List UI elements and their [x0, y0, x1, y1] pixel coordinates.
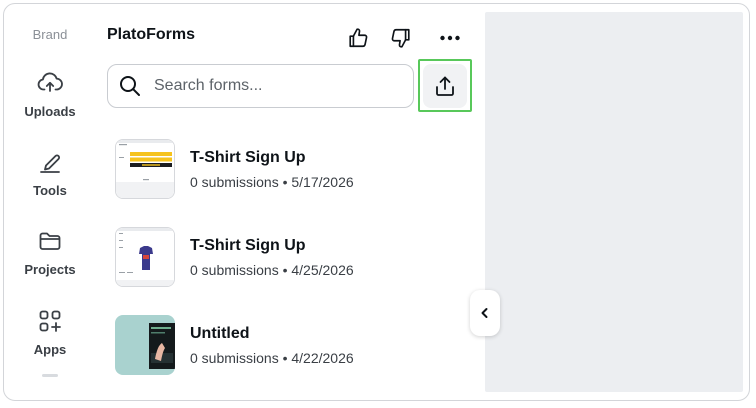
app-window: Brand Uploads Tools Projects Apps PlatoF…: [3, 3, 750, 401]
form-list-item[interactable]: Untitled 0 submissions • 4/22/2026: [115, 315, 465, 377]
form-name: Untitled: [190, 325, 250, 342]
side-rail: Brand Uploads Tools Projects Apps: [4, 4, 96, 400]
rail-item-label: Projects: [24, 262, 76, 277]
rail-brand[interactable]: Brand: [4, 27, 96, 42]
like-button[interactable]: [342, 22, 374, 54]
rail-item-projects[interactable]: Projects: [4, 228, 96, 277]
form-list-item[interactable]: T-Shirt Sign Up 0 submissions • 5/17/202…: [115, 139, 465, 201]
form-thumbnail: [115, 315, 175, 375]
form-name: T-Shirt Sign Up: [190, 149, 306, 166]
form-thumbnail: [115, 139, 175, 199]
apps-grid-icon: [39, 310, 61, 332]
rail-item-label: Uploads: [24, 104, 76, 119]
rail-item-label: Apps: [33, 342, 67, 357]
upload-button-highlight: [418, 59, 472, 112]
search-box[interactable]: [107, 64, 414, 108]
panel-title: PlatoForms: [107, 26, 196, 43]
pen-tool-icon: [40, 154, 60, 173]
form-meta: 0 submissions • 4/22/2026: [190, 350, 354, 366]
upload-button[interactable]: [423, 63, 467, 108]
cloud-upload-icon: [37, 72, 63, 92]
form-name: T-Shirt Sign Up: [190, 237, 306, 254]
canvas-preview-area: [485, 12, 743, 392]
form-meta: 0 submissions • 5/17/2026: [190, 174, 354, 190]
rail-item-apps[interactable]: Apps: [4, 308, 96, 357]
dislike-button[interactable]: [385, 22, 417, 54]
rail-item-tools[interactable]: Tools: [4, 149, 96, 198]
folder-icon: [39, 232, 61, 250]
form-meta: 0 submissions • 4/25/2026: [190, 262, 354, 278]
form-thumbnail: [115, 227, 175, 287]
chevron-left-icon: [481, 308, 488, 318]
rail-item-uploads[interactable]: Uploads: [4, 70, 96, 119]
form-list-item[interactable]: T-Shirt Sign Up 0 submissions • 4/25/202…: [115, 227, 465, 289]
collapse-panel-button[interactable]: [470, 290, 500, 336]
search-input[interactable]: [152, 76, 396, 96]
more-options-button[interactable]: [434, 22, 466, 54]
rail-item-label: Tools: [33, 183, 67, 198]
more-dots-icon: [440, 35, 460, 41]
thumbs-down-icon: [391, 28, 410, 48]
search-icon: [120, 76, 140, 96]
thumbs-up-icon: [349, 28, 368, 48]
rail-scroll-indicator: [42, 374, 58, 377]
share-upload-icon: [436, 76, 454, 96]
